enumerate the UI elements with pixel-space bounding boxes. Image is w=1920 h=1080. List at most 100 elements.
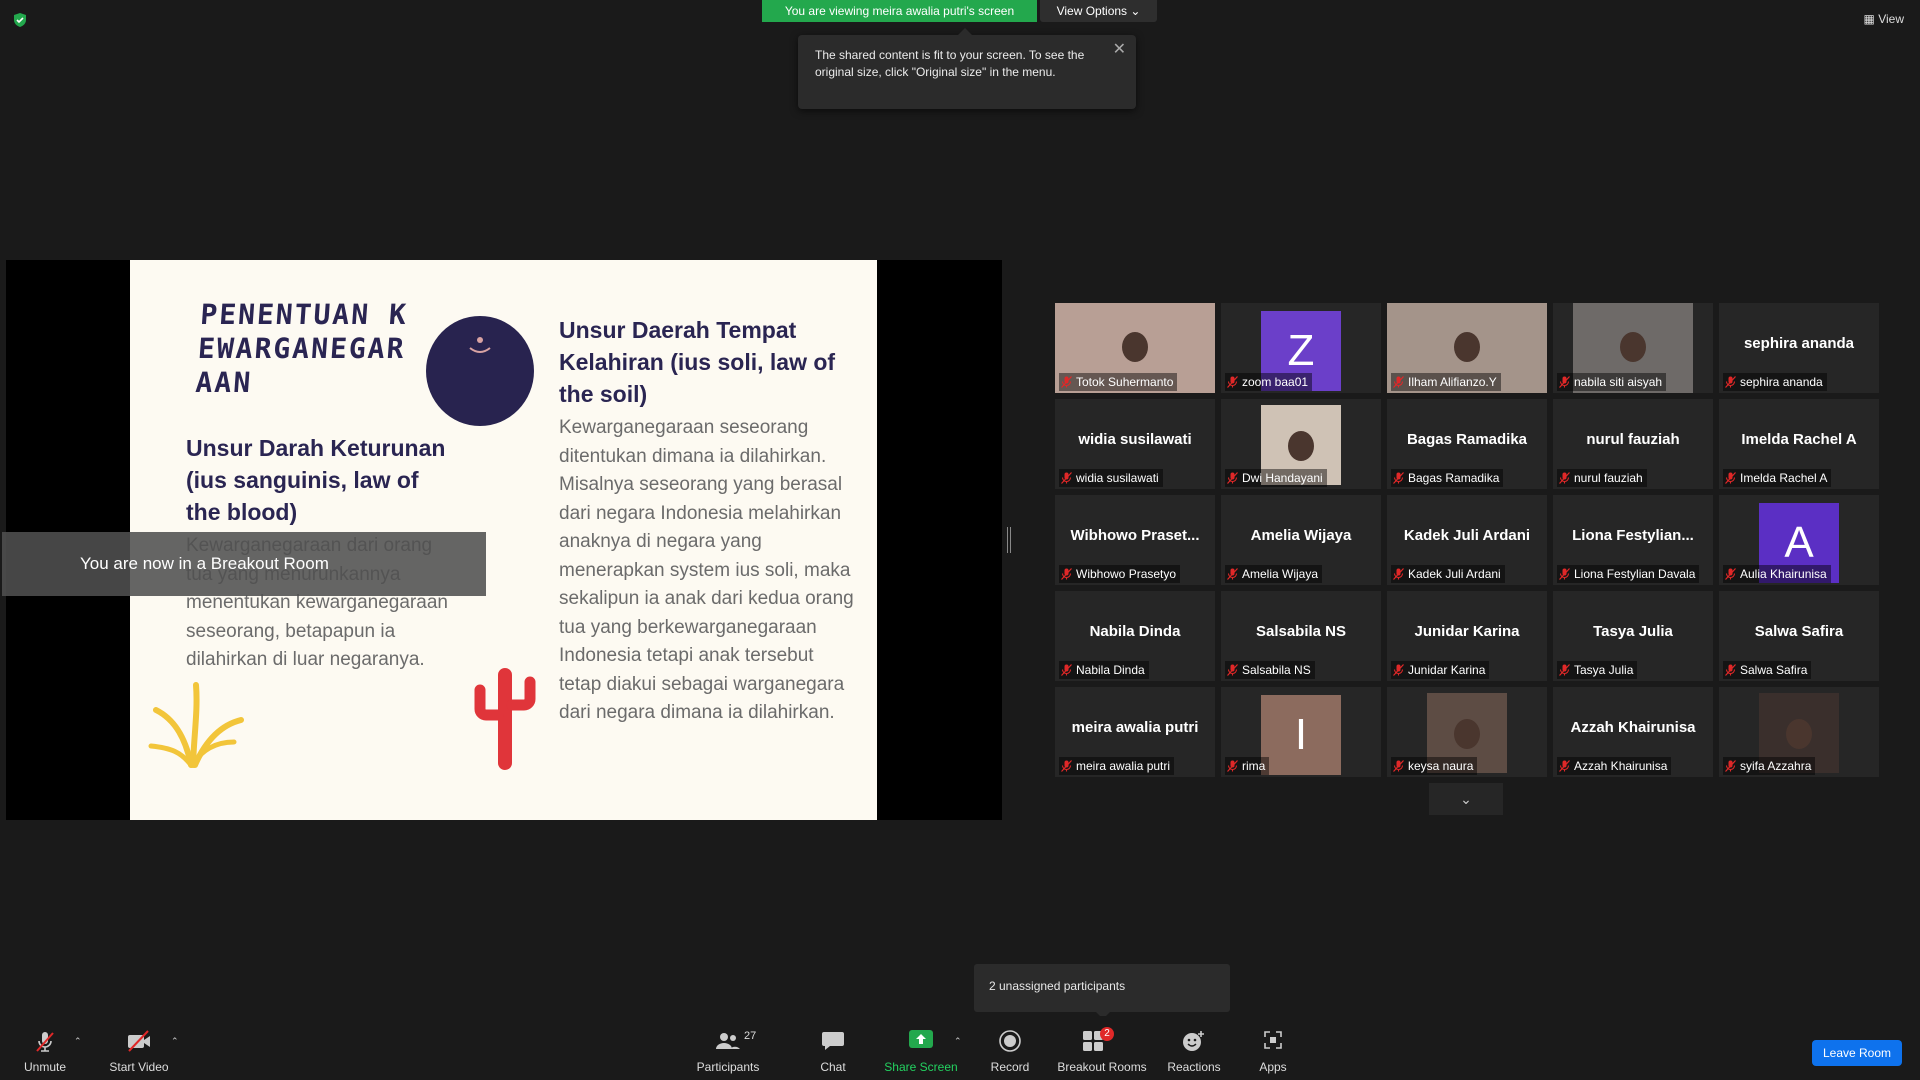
security-shield-icon[interactable] <box>12 12 28 28</box>
grid-icon: ▦ <box>1863 12 1875 26</box>
participant-tile[interactable]: syifa Azzahra <box>1719 687 1879 777</box>
participants-count: 27 <box>744 1030 757 1042</box>
start-video-button[interactable]: Start Video <box>104 1016 174 1080</box>
participant-tile[interactable]: Imelda Rachel A Imelda Rachel A <box>1719 399 1879 489</box>
participant-tile[interactable]: Azzah Khairunisa Azzah Khairunisa <box>1553 687 1713 777</box>
participant-name: Wibhowo Prasetyo <box>1076 567 1177 581</box>
breakout-rooms-label: Breakout Rooms <box>1057 1060 1147 1074</box>
apps-label: Apps <box>1259 1060 1287 1074</box>
unmute-button[interactable]: Unmute <box>16 1016 74 1080</box>
participant-name-label: Totok Suhermanto <box>1059 373 1178 391</box>
participant-tile[interactable]: A Aulia Khairunisa <box>1719 495 1879 585</box>
participant-tile[interactable]: Junidar Karina Junidar Karina <box>1387 591 1547 681</box>
participant-name-label: Junidar Karina <box>1391 661 1490 679</box>
participant-tile[interactable]: Amelia Wijaya Amelia Wijaya <box>1221 495 1381 585</box>
participants-button[interactable]: 27 Participants <box>692 1016 764 1080</box>
participant-name: Dwi Handayani <box>1242 471 1323 485</box>
participant-tile[interactable]: Totok Suhermanto <box>1055 303 1215 393</box>
participant-name-label: nurul fauziah <box>1557 469 1647 487</box>
muted-mic-icon <box>1061 472 1072 484</box>
participant-name-label: Kadek Juli Ardani <box>1391 565 1505 583</box>
right-body: Kewarganegaraan seseorang ditentukan dim… <box>559 417 854 723</box>
close-icon[interactable]: ✕ <box>1113 41 1126 58</box>
muted-mic-icon <box>1559 568 1570 580</box>
participant-display-name: Amelia Wijaya <box>1250 527 1352 544</box>
share-screen-label: Share Screen <box>884 1060 958 1074</box>
participant-name: nurul fauziah <box>1574 471 1643 485</box>
participant-name: syifa Azzahra <box>1740 759 1812 773</box>
participant-tile[interactable]: nabila siti aisyah <box>1553 303 1713 393</box>
record-button[interactable]: Record <box>984 1016 1036 1080</box>
split-divider-handle[interactable] <box>1007 527 1011 553</box>
participant-name: rima <box>1242 759 1266 773</box>
chat-label: Chat <box>820 1060 846 1074</box>
participant-name-label: sephira ananda <box>1723 373 1827 391</box>
participant-name: Salsabila NS <box>1242 663 1311 677</box>
right-heading: Unsur Daerah Tempat Kelahiran (ius soli,… <box>559 317 836 407</box>
participant-name-label: Aulia Khairunisa <box>1723 565 1831 583</box>
chat-button[interactable]: Chat <box>808 1016 858 1080</box>
leave-room-button[interactable]: Leave Room <box>1812 1040 1902 1066</box>
participant-name-label: Bagas Ramadika <box>1391 469 1504 487</box>
participant-display-name: Nabila Dinda <box>1089 623 1181 640</box>
unassigned-participants-tooltip[interactable]: 2 unassigned participants <box>974 964 1230 1019</box>
reactions-button[interactable]: Reactions <box>1164 1016 1224 1080</box>
muted-mic-icon <box>1559 760 1570 772</box>
tooltip-text: The shared content is fit to your screen… <box>815 48 1085 79</box>
fit-to-screen-tooltip: The shared content is fit to your screen… <box>798 28 1136 109</box>
participant-tile[interactable]: Wibhowo Praset... Wibhowo Prasetyo <box>1055 495 1215 585</box>
participant-name-label: Salsabila NS <box>1225 661 1315 679</box>
participant-tile[interactable]: Ilham Alifianzo.Y <box>1387 303 1547 393</box>
participant-name: Bagas Ramadika <box>1408 471 1500 485</box>
participant-name: Kadek Juli Ardani <box>1408 567 1501 581</box>
participant-tile[interactable]: Irima <box>1221 687 1381 777</box>
participant-display-name: Salwa Safira <box>1754 623 1844 640</box>
participant-tile[interactable]: Liona Festylian... Liona Festylian Davala <box>1553 495 1713 585</box>
muted-mic-icon <box>1227 760 1238 772</box>
muted-mic-icon <box>1725 664 1736 676</box>
participant-display-name: widia susilawati <box>1078 431 1192 448</box>
participant-tile[interactable]: Tasya Julia Tasya Julia <box>1553 591 1713 681</box>
muted-mic-icon <box>1227 568 1238 580</box>
share-screen-button[interactable]: Share Screen <box>880 1016 962 1080</box>
participant-name: Junidar Karina <box>1408 663 1486 677</box>
participant-name-label: zoom baa01 <box>1225 373 1313 391</box>
participant-display-name: Kadek Juli Ardani <box>1403 527 1531 544</box>
muted-mic-icon <box>1559 472 1570 484</box>
participant-name: zoom baa01 <box>1242 375 1309 389</box>
participant-tile[interactable]: Zzoom baa01 <box>1221 303 1381 393</box>
participant-display-name: Azzah Khairunisa <box>1570 719 1696 736</box>
participant-tile[interactable]: sephira ananda sephira ananda <box>1719 303 1879 393</box>
muted-mic-icon <box>1061 760 1072 772</box>
muted-mic-icon <box>1227 376 1238 388</box>
participant-tile[interactable]: widia susilawati widia susilawati <box>1055 399 1215 489</box>
participant-tile[interactable]: Bagas Ramadika Bagas Ramadika <box>1387 399 1547 489</box>
participant-display-name: Wibhowo Praset... <box>1070 527 1200 544</box>
participant-tile[interactable]: nurul fauziah nurul fauziah <box>1553 399 1713 489</box>
view-options-button[interactable]: View Options ⌄ <box>1040 0 1157 22</box>
participant-tile[interactable]: Dwi Handayani <box>1221 399 1381 489</box>
participant-name: sephira ananda <box>1740 375 1823 389</box>
participant-tile[interactable]: Salwa Safira Salwa Safira <box>1719 591 1879 681</box>
gallery-next-page-chevron-icon[interactable]: ⌄ <box>1429 783 1503 815</box>
view-layout-button[interactable]: ▦ View <box>1864 12 1904 26</box>
participant-tile[interactable]: Kadek Juli Ardani Kadek Juli Ardani <box>1387 495 1547 585</box>
participant-tile[interactable]: Nabila Dinda Nabila Dinda <box>1055 591 1215 681</box>
participant-tile[interactable]: keysa naura <box>1387 687 1547 777</box>
participant-tile[interactable]: Salsabila NS Salsabila NS <box>1221 591 1381 681</box>
video-options-caret-icon[interactable]: ⌃ <box>171 1036 179 1047</box>
muted-mic-icon <box>1393 376 1404 388</box>
moon-face-illustration <box>426 316 534 426</box>
apps-button[interactable]: Apps <box>1250 1016 1296 1080</box>
muted-mic-icon <box>1725 760 1736 772</box>
muted-mic-icon <box>1393 664 1404 676</box>
participant-display-name: meira awalia putri <box>1071 719 1199 736</box>
participant-tile[interactable]: meira awalia putri meira awalia putri <box>1055 687 1215 777</box>
participant-name: Nabila Dinda <box>1076 663 1145 677</box>
participant-name-label: Azzah Khairunisa <box>1557 757 1672 775</box>
audio-options-caret-icon[interactable]: ⌃ <box>74 1036 82 1047</box>
cactus-illustration <box>474 668 536 770</box>
share-options-caret-icon[interactable]: ⌃ <box>954 1036 962 1047</box>
plant-illustration <box>148 682 244 768</box>
breakout-rooms-button[interactable]: 2 Breakout Rooms <box>1056 1016 1148 1080</box>
